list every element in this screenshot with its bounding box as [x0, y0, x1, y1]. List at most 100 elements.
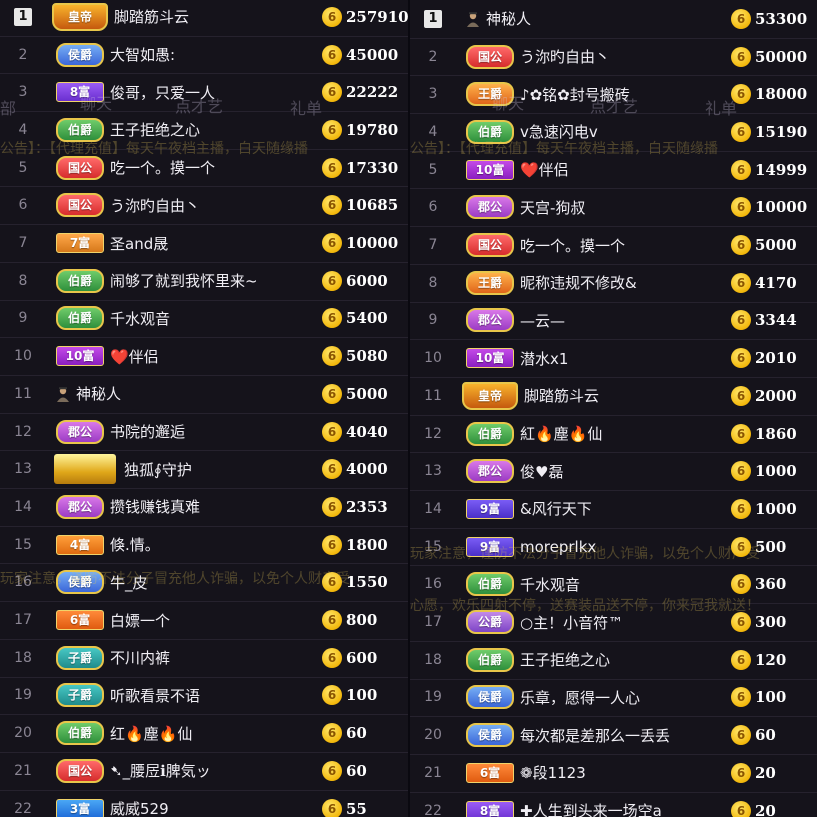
leaderboard-row[interactable]: 17 公爵 ○主！小音符™ 6 300 [410, 603, 817, 642]
user-name[interactable]: 千水观音 [110, 308, 322, 329]
user-name[interactable]: 脚踏筋斗云 [114, 6, 322, 27]
rank-badge: 皇帝 [52, 2, 108, 31]
leaderboard-row[interactable]: 11 皇帝 脚踏筋斗云 6 2000 [410, 377, 817, 416]
user-name[interactable]: ❁段1123 [520, 762, 731, 783]
leaderboard-row[interactable]: 8 王爵 昵称违规不修改& 6 4170 [410, 264, 817, 303]
user-name[interactable]: 吃一个。摸一个 [110, 157, 322, 178]
leaderboard-row[interactable]: 22 3富 威威529 6 55 [0, 790, 408, 817]
leaderboard-row[interactable]: 21 6富 ❁段1123 6 20 [410, 754, 817, 793]
user-name[interactable]: 听歌看景不语 [110, 685, 322, 706]
leaderboard-row[interactable]: 21 国公 ➷_腰㞐ℹ脾気ッ 6 60 [0, 752, 408, 791]
leaderboard-row[interactable]: 12 郡公 书院的邂逅 6 4040 [0, 413, 408, 452]
user-name[interactable]: 倏.情。 [110, 534, 322, 555]
user-name[interactable]: 圣and晟 [110, 233, 322, 254]
leaderboard-row[interactable]: 1 神秘人 6 53300 [410, 0, 817, 39]
leaderboard-row[interactable]: 8 伯爵 闹够了就到我怀里来~ 6 6000 [0, 262, 408, 301]
user-name[interactable]: 俊哥，只爱一人 [110, 82, 322, 103]
leaderboard-row[interactable]: 15 4富 倏.情。 6 1800 [0, 526, 408, 565]
user-name[interactable]: 神秘人 [76, 383, 322, 404]
coin-amount: 1550 [346, 573, 388, 592]
user-name[interactable]: ♪✿铭✿封号搬砖 [520, 84, 731, 105]
leaderboard-row[interactable]: 9 伯爵 千水观音 6 5400 [0, 300, 408, 339]
user-name[interactable]: 紅🔥塵🔥仙 [520, 423, 731, 444]
user-name[interactable]: 大智如愚: [110, 44, 322, 65]
leaderboard-row[interactable]: 4 伯爵 王子拒绝之心 6 19780 [0, 111, 408, 150]
user-name[interactable]: 独孤∮守护 [124, 459, 322, 480]
rank-badge: 侯爵 [56, 42, 104, 67]
leaderboard-row[interactable]: 11 神秘人 6 5000 [0, 375, 408, 414]
user-name[interactable]: 乐章，愿得一人心 [520, 687, 731, 708]
leaderboard-row[interactable]: 19 子爵 听歌看景不语 6 100 [0, 677, 408, 716]
coin-amount: 3344 [755, 311, 797, 330]
leaderboard-row[interactable]: 10 10富 ❤️伴侣 6 5080 [0, 337, 408, 376]
leaderboard-row[interactable]: 4 伯爵 v急速闪电v 6 15190 [410, 113, 817, 152]
user-name[interactable]: ➷_腰㞐ℹ脾気ッ [110, 760, 322, 781]
user-name[interactable]: 吃一个。摸一个 [520, 235, 731, 256]
user-name[interactable]: —云— [520, 310, 731, 331]
user-name[interactable]: ✚人生到头来一场空a [520, 800, 731, 817]
user-name[interactable]: 千水观音 [520, 574, 731, 595]
leaderboard-row[interactable]: 20 侯爵 每次都是差那么一丢丢 6 60 [410, 716, 817, 755]
leaderboard-row[interactable]: 3 8富 俊哥，只爱一人 6 22222 [0, 73, 408, 113]
leaderboard-row[interactable]: 12 伯爵 紅🔥塵🔥仙 6 1860 [410, 415, 817, 454]
leaderboard-row[interactable]: 10 10富 潜水x1 6 2010 [410, 339, 817, 378]
user-name[interactable]: &风行天下 [520, 498, 731, 519]
user-name[interactable]: 闹够了就到我怀里来~ [110, 270, 322, 291]
leaderboard-row[interactable]: 20 伯爵 红🔥塵🔥仙 6 60 [0, 714, 408, 753]
leaderboard-row[interactable]: 5 国公 吃一个。摸一个 6 17330 [0, 149, 408, 188]
user-name[interactable]: 牛_皮 [110, 572, 322, 593]
leaderboard-row[interactable]: 18 伯爵 王子拒绝之心 6 120 [410, 641, 817, 680]
coin-icon: 6 [322, 233, 342, 254]
user-name[interactable]: 白嫖一个 [110, 610, 322, 631]
leaderboard-row[interactable]: 18 子爵 不川内裤 6 600 [0, 639, 408, 678]
user-name[interactable]: 威威529 [110, 798, 322, 817]
leaderboard-row[interactable]: 1 皇帝 脚踏筋斗云 6 257910 [0, 0, 408, 37]
leaderboard-row[interactable]: 17 6富 白嫖一个 6 800 [0, 601, 408, 640]
user-name[interactable]: 红🔥塵🔥仙 [110, 723, 322, 744]
leaderboard-row[interactable]: 14 郡公 攒钱赚钱真难 6 2353 [0, 488, 408, 527]
rank-badge: 王爵 [466, 82, 514, 107]
leaderboard-row[interactable]: 3 王爵 ♪✿铭✿封号搬砖 6 18000 [410, 75, 817, 115]
leaderboard-row[interactable]: 9 郡公 —云— 6 3344 [410, 302, 817, 341]
coin-amount: 18000 [755, 85, 808, 104]
user-name[interactable]: 脚踏筋斗云 [524, 385, 731, 406]
user-name[interactable]: moreprlkx [520, 538, 731, 556]
user-name[interactable]: ❤️伴侣 [520, 159, 731, 180]
leaderboard-row[interactable]: 16 伯爵 千水观音 6 360 [410, 566, 817, 605]
leaderboard-row[interactable]: 6 郡公 天宫-狗叔 6 10000 [410, 189, 817, 228]
user-name[interactable]: 天宫-狗叔 [520, 197, 731, 218]
user-name[interactable]: ❤️伴侣 [110, 346, 322, 367]
leaderboard-row[interactable]: 6 国公 う沵旳自由丶 6 10685 [0, 187, 408, 226]
leaderboard-row[interactable]: 19 侯爵 乐章，愿得一人心 6 100 [410, 679, 817, 718]
rank-badge: 6富 [466, 762, 514, 783]
leaderboard-row[interactable]: 15 9富 moreprlkx 6 500 [410, 528, 817, 567]
coin-amount: 800 [346, 611, 378, 630]
rank-number: 5 [18, 159, 28, 176]
user-name[interactable]: 书院的邂逅 [110, 421, 322, 442]
user-name[interactable]: う沵旳自由丶 [110, 195, 322, 216]
leaderboard-row[interactable]: 5 10富 ❤️伴侣 6 14999 [410, 151, 817, 190]
leaderboard-row[interactable]: 22 8富 ✚人生到头来一场空a 6 20 [410, 792, 817, 817]
leaderboard-row[interactable]: 2 国公 う沵旳自由丶 6 50000 [410, 38, 817, 77]
user-name[interactable]: 每次都是差那么一丢丢 [520, 725, 731, 746]
coin-icon: 6 [322, 760, 342, 781]
user-name[interactable]: 王子拒绝之心 [520, 649, 731, 670]
leaderboard-row[interactable]: 14 9富 &风行天下 6 1000 [410, 490, 817, 529]
user-name[interactable]: 神秘人 [486, 8, 731, 29]
user-name[interactable]: 不川内裤 [110, 647, 322, 668]
leaderboard-row[interactable]: 16 侯爵 牛_皮 6 1550 [0, 564, 408, 603]
user-name[interactable]: 王子拒绝之心 [110, 119, 322, 140]
user-name[interactable]: 俊♥磊 [520, 461, 731, 482]
user-name[interactable]: 潜水x1 [520, 348, 731, 369]
leaderboard-row[interactable]: 13 郡公 俊♥磊 6 1000 [410, 452, 817, 492]
leaderboard-row[interactable]: 13 独孤∮守护 6 4000 [0, 450, 408, 490]
user-name[interactable]: う沵旳自由丶 [520, 46, 731, 67]
user-name[interactable]: 昵称违规不修改& [520, 272, 731, 293]
user-name[interactable]: v急速闪电v [520, 121, 731, 142]
leaderboard-row[interactable]: 2 侯爵 大智如愚: 6 45000 [0, 36, 408, 75]
leaderboard-row[interactable]: 7 7富 圣and晟 6 10000 [0, 224, 408, 263]
user-name[interactable]: 攒钱赚钱真难 [110, 496, 322, 517]
mystery-person-icon [466, 11, 480, 27]
leaderboard-row[interactable]: 7 国公 吃一个。摸一个 6 5000 [410, 226, 817, 265]
user-name[interactable]: ○主！小音符™ [520, 612, 731, 633]
